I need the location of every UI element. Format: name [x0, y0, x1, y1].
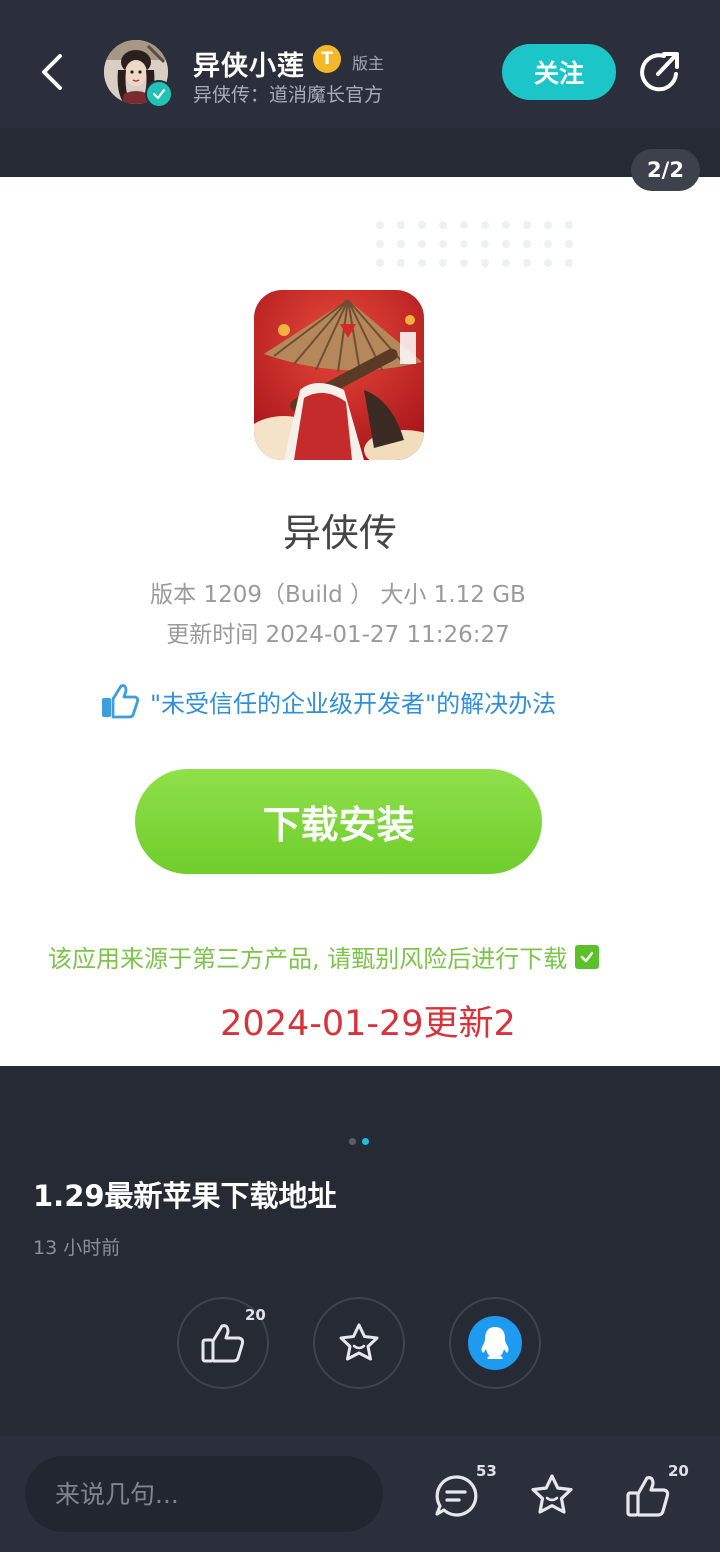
comment-input[interactable]	[25, 1456, 383, 1532]
like-button[interactable]: 20	[177, 1297, 269, 1389]
dots-decoration	[376, 221, 573, 267]
verified-badge-icon	[145, 80, 173, 108]
user-subtitle: 异侠传：道消魔长官方	[193, 84, 384, 106]
like-count: 20	[245, 1306, 266, 1324]
follow-button[interactable]: 关注	[502, 44, 616, 100]
app-name: 异侠传	[282, 511, 397, 555]
trust-link-text: "未受信任的企业级开发者"的解决办法	[150, 689, 557, 718]
username[interactable]: 异侠小莲	[193, 44, 305, 83]
star-icon	[531, 1474, 573, 1514]
thumbs-up-icon	[102, 684, 140, 719]
thumbs-up-icon	[201, 1324, 245, 1363]
bottom-comment-bar: 53 20	[0, 1436, 720, 1552]
qq-icon	[468, 1316, 522, 1370]
like-bar-count: 20	[668, 1462, 689, 1480]
post-time: 13 小时前	[33, 1237, 121, 1259]
post-title: 1.29最新苹果下载地址	[33, 1179, 337, 1213]
comment-icon	[435, 1475, 478, 1517]
like-bar-button[interactable]: 20	[624, 1462, 689, 1520]
share-button[interactable]	[636, 48, 684, 96]
rank-badge-icon: T	[313, 45, 341, 73]
top-bar: 异侠小莲 T 版主 异侠传：道消魔长官方 关注	[0, 0, 720, 128]
chevron-left-icon	[42, 54, 62, 90]
third-party-warning: 该应用来源于第三方产品, 请甄别风险后进行下载	[48, 939, 600, 974]
checkmark-icon	[575, 944, 600, 969]
comment-count: 53	[476, 1462, 497, 1480]
carousel-dot	[349, 1138, 356, 1145]
thumbs-up-icon	[626, 1476, 670, 1517]
app-icon	[254, 290, 424, 460]
back-button[interactable]	[28, 46, 78, 98]
post-image-card[interactable]: 异侠传 版本 1209（Build ） 大小 1.12 GB 更新时间 2024…	[0, 177, 720, 1066]
update-time-info: 更新时间 2024-01-27 11:26:27	[166, 622, 510, 648]
role-tag: 版主	[352, 54, 385, 73]
carousel-dots	[349, 1138, 369, 1145]
update-note: 2024-01-29更新2	[220, 1004, 516, 1044]
comments-button[interactable]: 53	[432, 1462, 497, 1520]
download-install-button[interactable]: 下载安装	[135, 769, 542, 874]
untrusted-developer-help-link[interactable]: "未受信任的企业级开发者"的解决办法	[100, 681, 556, 721]
favorite-button[interactable]	[313, 1297, 405, 1389]
share-qq-button[interactable]	[449, 1297, 541, 1389]
star-icon	[339, 1323, 379, 1361]
favorite-bar-button[interactable]	[528, 1472, 576, 1520]
carousel-dot-active	[362, 1138, 369, 1145]
image-page-indicator: 2/2	[631, 149, 700, 191]
warning-text: 该应用来源于第三方产品, 请甄别风险后进行下载	[48, 945, 568, 973]
version-size-info: 版本 1209（Build ） 大小 1.12 GB	[150, 582, 526, 608]
share-icon	[640, 52, 679, 92]
